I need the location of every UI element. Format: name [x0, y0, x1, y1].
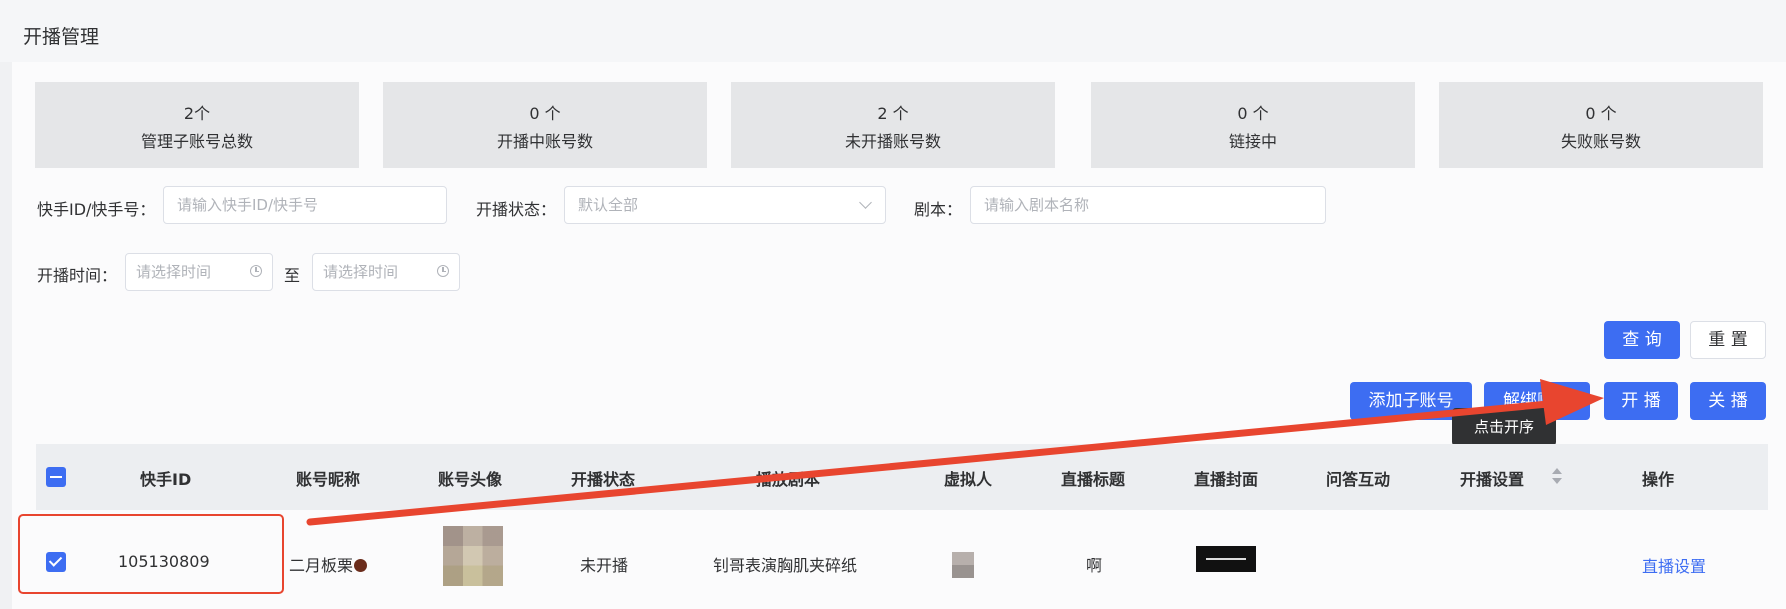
chestnut-emoji-icon: [354, 559, 368, 572]
start-live-tooltip: 点击开序: [1452, 408, 1556, 452]
stat-label: 管理子账号总数: [140, 132, 253, 151]
stat-failed-accounts: 0 个 失败账号数: [1439, 82, 1763, 168]
start-time-picker[interactable]: 请选择时间: [125, 253, 273, 291]
stat-value: 0 个: [1585, 104, 1617, 123]
time-filter-label: 开播时间：: [37, 266, 118, 285]
stat-total-accounts: 2个 管理子账号总数: [35, 82, 359, 168]
account-search-placeholder: 请输入快手ID/快手号: [177, 196, 319, 214]
clock-icon: [250, 265, 262, 277]
stat-value: 0 个: [529, 104, 561, 123]
cell-live-title: 啊: [1086, 556, 1103, 575]
script-search-placeholder: 请输入剧本名称: [984, 196, 1090, 214]
page-title: 开播管理: [23, 26, 100, 48]
cell-nickname: 二月板栗: [289, 552, 368, 576]
status-filter-label: 开播状态：: [476, 200, 557, 219]
col-nickname: 账号昵称: [296, 470, 361, 489]
account-avatar: [443, 526, 503, 586]
stat-label: 开播中账号数: [496, 132, 593, 151]
chevron-down-icon: [859, 196, 872, 209]
annotation-highlight-box: [18, 514, 284, 594]
stat-connecting: 0 个 链接中: [1091, 82, 1415, 168]
col-script: 播放剧本: [756, 470, 821, 489]
query-button[interactable]: 查 询: [1604, 321, 1680, 359]
col-actions: 操作: [1642, 470, 1675, 489]
stat-live-accounts: 0 个 开播中账号数: [383, 82, 707, 168]
stat-label: 链接中: [1228, 132, 1277, 151]
col-qa: 问答互动: [1326, 470, 1391, 489]
select-all-checkbox[interactable]: [46, 467, 66, 487]
col-live-settings[interactable]: 开播设置: [1460, 466, 1524, 490]
account-search-input[interactable]: 请输入快手ID/快手号: [163, 186, 447, 224]
nickname-text: 二月板栗: [289, 556, 354, 575]
script-search-input[interactable]: 请输入剧本名称: [970, 186, 1326, 224]
status-select[interactable]: 默认全部: [564, 186, 886, 224]
page-header: 开播管理: [0, 0, 1786, 62]
col-live-title: 直播标题: [1061, 470, 1126, 489]
stop-live-button[interactable]: 关 播: [1690, 382, 1766, 420]
reset-button[interactable]: 重 置: [1690, 321, 1766, 359]
script-filter-label: 剧本：: [914, 200, 963, 219]
stat-label: 失败账号数: [1560, 132, 1641, 151]
col-live-cover: 直播封面: [1194, 470, 1259, 489]
live-settings-link[interactable]: 直播设置: [1642, 553, 1706, 577]
end-time-placeholder: 请选择时间: [323, 263, 399, 281]
stat-value: 2 个: [877, 104, 909, 123]
live-cover-thumbnail: [1196, 546, 1256, 572]
col-status: 开播状态: [571, 470, 636, 489]
col-virtual-human: 虚拟人: [944, 470, 993, 489]
stat-offline-accounts: 2 个 未开播账号数: [731, 82, 1055, 168]
start-time-placeholder: 请选择时间: [136, 263, 212, 281]
account-filter-label: 快手ID/快手号：: [37, 200, 156, 219]
cell-status: 未开播: [580, 556, 629, 575]
stat-value: 2个: [183, 104, 211, 123]
status-select-value: 默认全部: [578, 196, 639, 214]
stat-value: 0 个: [1237, 104, 1269, 123]
cell-script: 钊哥表演胸肌夹碎纸: [713, 556, 858, 575]
virtual-human-thumbnail: [952, 552, 974, 578]
clock-icon: [437, 265, 449, 277]
end-time-picker[interactable]: 请选择时间: [312, 253, 460, 291]
stat-label: 未开播账号数: [844, 132, 941, 151]
time-range-separator: 至: [284, 266, 301, 285]
sort-icon[interactable]: [1552, 468, 1562, 486]
col-avatar: 账号头像: [438, 470, 503, 489]
start-live-button[interactable]: 开 播: [1604, 382, 1678, 420]
col-kuaishou-id: 快手ID: [140, 470, 192, 489]
